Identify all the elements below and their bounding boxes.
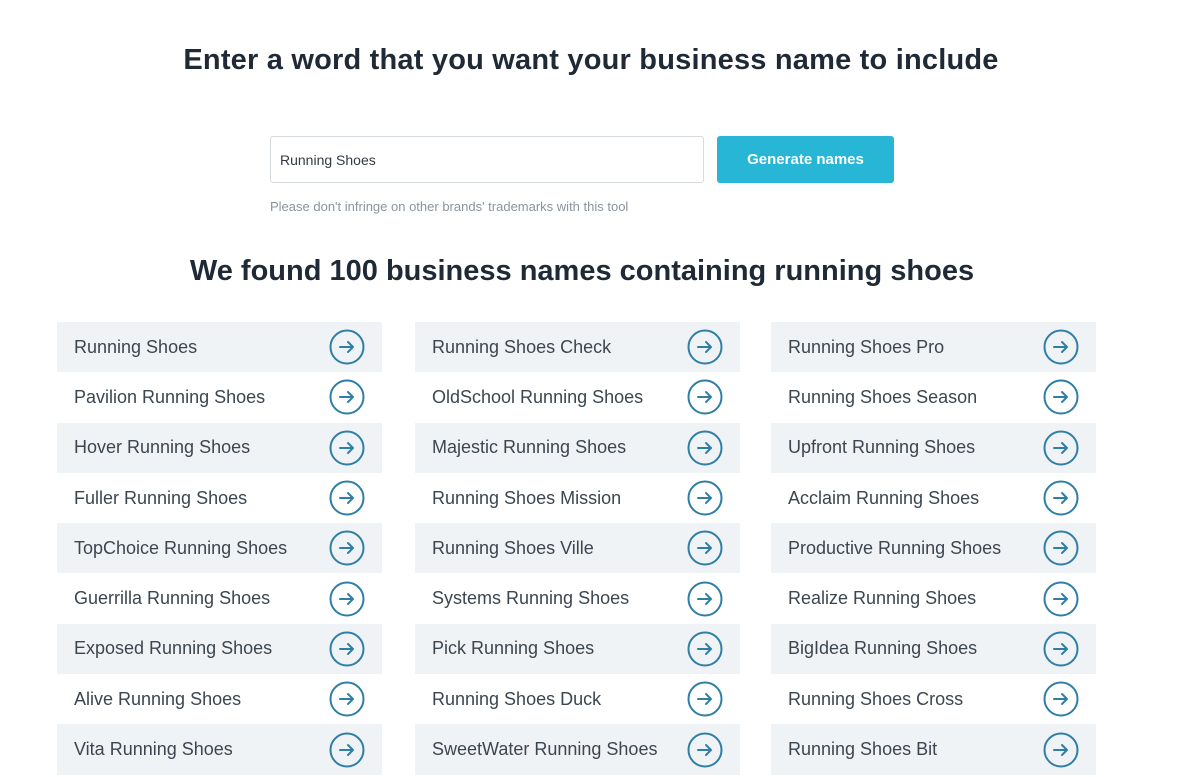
business-name-label: Hover Running Shoes [74, 437, 251, 458]
business-name-row[interactable]: Running Shoes Ville [415, 523, 740, 574]
business-name-label: TopChoice Running Shoes [74, 537, 288, 558]
business-name-label: Productive Running Shoes [788, 537, 1002, 558]
business-name-row[interactable]: Vita Running Shoes [57, 724, 382, 775]
arrow-right-circle-icon[interactable] [1043, 530, 1079, 566]
business-name-row[interactable]: Majestic Running Shoes [415, 422, 740, 473]
arrow-right-circle-icon[interactable] [1043, 480, 1079, 516]
arrow-right-circle-icon[interactable] [329, 631, 365, 667]
business-name-label: Running Shoes Mission [432, 487, 622, 508]
business-name-label: OldSchool Running Shoes [432, 386, 644, 407]
arrow-right-circle-icon[interactable] [329, 430, 365, 466]
business-name-label: Running Shoes [74, 336, 198, 357]
business-name-label: Pick Running Shoes [432, 638, 595, 659]
business-name-label: BigIdea Running Shoes [788, 638, 978, 659]
results-column-2: Running Shoes Check OldSchool Running Sho… [415, 322, 740, 775]
business-name-label: Majestic Running Shoes [432, 437, 627, 458]
arrow-right-circle-icon[interactable] [1043, 430, 1079, 466]
arrow-right-circle-icon[interactable] [1043, 581, 1079, 617]
business-name-label: Running Shoes Ville [432, 537, 594, 558]
business-name-row[interactable]: Running Shoes [57, 322, 382, 373]
business-name-row[interactable]: Running Shoes Bit [771, 724, 1096, 775]
business-name-label: SweetWater Running Shoes [432, 739, 658, 760]
business-name-row[interactable]: Alive Running Shoes [57, 674, 382, 725]
business-name-row[interactable]: OldSchool Running Shoes [415, 372, 740, 423]
business-name-row[interactable]: Exposed Running Shoes [57, 623, 382, 675]
business-name-row[interactable]: Running Shoes Pro [771, 322, 1096, 373]
business-name-label: Running Shoes Cross [788, 688, 964, 709]
arrow-right-circle-icon[interactable] [329, 530, 365, 566]
results-column-1: Running Shoes Pavilion Running Shoes Hover… [57, 322, 382, 775]
arrow-right-circle-icon[interactable] [687, 480, 723, 516]
business-name-label: Running Shoes Pro [788, 336, 945, 357]
arrow-right-circle-icon[interactable] [329, 732, 365, 768]
arrow-right-circle-icon[interactable] [687, 430, 723, 466]
business-name-row[interactable]: Acclaim Running Shoes [771, 472, 1096, 524]
business-name-label: Vita Running Shoes [74, 739, 233, 760]
business-name-label: Fuller Running Shoes [74, 487, 248, 508]
page: Enter a word that you want your business… [0, 0, 1200, 777]
business-name-label: Running Shoes Check [432, 336, 612, 357]
business-name-label: Exposed Running Shoes [74, 638, 273, 659]
business-name-row[interactable]: SweetWater Running Shoes [415, 724, 740, 775]
business-name-row[interactable]: Hover Running Shoes [57, 422, 382, 473]
arrow-right-circle-icon[interactable] [687, 329, 723, 365]
business-name-label: Upfront Running Shoes [788, 437, 976, 458]
business-name-row[interactable]: Running Shoes Season [771, 372, 1096, 423]
arrow-right-circle-icon[interactable] [1043, 379, 1079, 415]
arrow-right-circle-icon[interactable] [329, 581, 365, 617]
arrow-right-circle-icon[interactable] [1043, 681, 1079, 717]
business-name-row[interactable]: Running Shoes Check [415, 322, 740, 373]
arrow-right-circle-icon[interactable] [1043, 631, 1079, 667]
business-name-row[interactable]: Guerrilla Running Shoes [57, 573, 382, 624]
page-title: Enter a word that you want your business… [183, 44, 999, 76]
arrow-right-circle-icon[interactable] [687, 379, 723, 415]
generate-names-button[interactable]: Generate names [717, 136, 894, 183]
arrow-right-circle-icon[interactable] [687, 631, 723, 667]
business-name-row[interactable]: Pavilion Running Shoes [57, 372, 382, 423]
arrow-right-circle-icon[interactable] [687, 530, 723, 566]
business-name-row[interactable]: Systems Running Shoes [415, 573, 740, 624]
business-name-label: Alive Running Shoes [74, 688, 242, 709]
business-name-row[interactable]: TopChoice Running Shoes [57, 523, 382, 574]
arrow-right-circle-icon[interactable] [329, 681, 365, 717]
business-name-label: Pavilion Running Shoes [74, 386, 266, 407]
business-name-row[interactable]: Running Shoes Duck [415, 674, 740, 725]
business-name-label: Running Shoes Season [788, 386, 978, 407]
arrow-right-circle-icon[interactable] [1043, 329, 1079, 365]
business-name-label: Running Shoes Duck [432, 688, 602, 709]
arrow-right-circle-icon[interactable] [687, 581, 723, 617]
business-name-label: Realize Running Shoes [788, 588, 977, 609]
business-name-label: Guerrilla Running Shoes [74, 588, 271, 609]
results-heading: We found 100 business names containing r… [189, 255, 975, 287]
business-name-row[interactable]: Running Shoes Mission [415, 472, 740, 524]
results-column-3: Running Shoes Pro Running Shoes Season Upf… [771, 322, 1096, 775]
trademark-disclaimer: Please don't infringe on other brands' t… [270, 199, 629, 214]
business-name-row[interactable]: Realize Running Shoes [771, 573, 1096, 624]
business-name-row[interactable]: Pick Running Shoes [415, 623, 740, 675]
business-name-label: Running Shoes Bit [788, 739, 938, 760]
arrow-right-circle-icon[interactable] [687, 732, 723, 768]
business-word-input[interactable] [270, 136, 704, 183]
business-name-row[interactable]: Upfront Running Shoes [771, 422, 1096, 473]
arrow-right-circle-icon[interactable] [329, 480, 365, 516]
business-name-row[interactable]: Productive Running Shoes [771, 523, 1096, 574]
arrow-right-circle-icon[interactable] [329, 379, 365, 415]
business-name-row[interactable]: BigIdea Running Shoes [771, 623, 1096, 675]
business-name-label: Acclaim Running Shoes [788, 487, 980, 508]
business-name-label: Systems Running Shoes [432, 588, 630, 609]
business-name-row[interactable]: Running Shoes Cross [771, 674, 1096, 725]
business-name-row[interactable]: Fuller Running Shoes [57, 472, 382, 524]
arrow-right-circle-icon[interactable] [329, 329, 365, 365]
arrow-right-circle-icon[interactable] [1043, 732, 1079, 768]
arrow-right-circle-icon[interactable] [687, 681, 723, 717]
